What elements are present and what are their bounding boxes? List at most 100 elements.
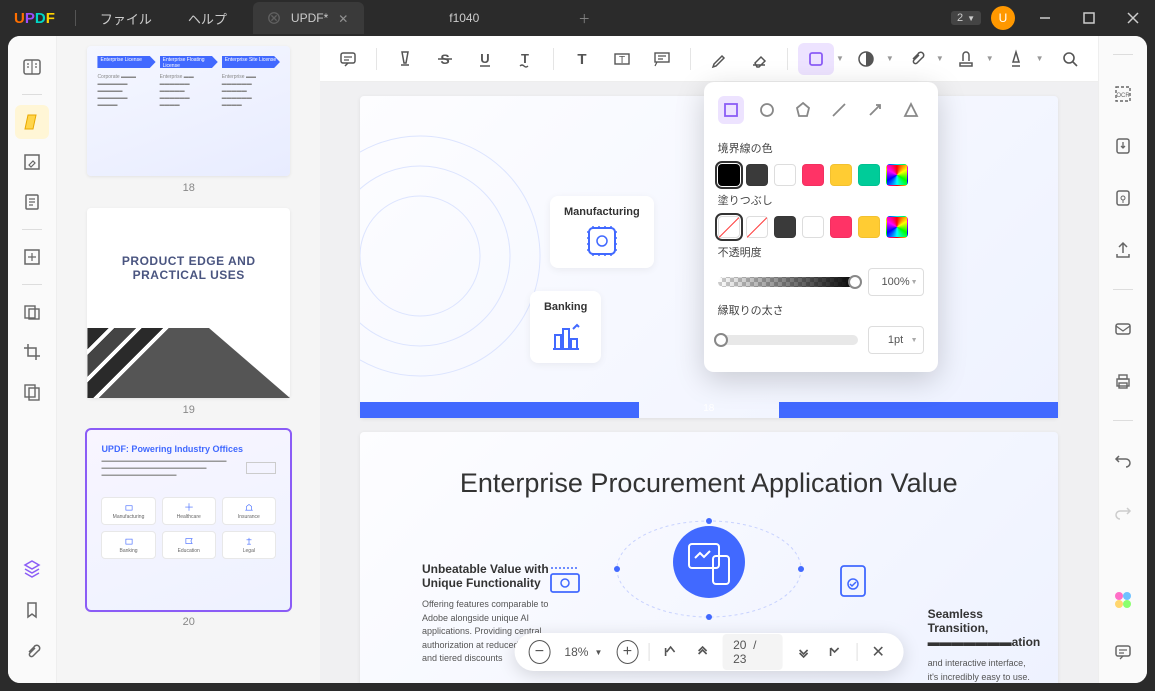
rectangle-shape-button[interactable] bbox=[718, 96, 744, 124]
menu-help[interactable]: ヘルプ bbox=[170, 9, 245, 28]
close-icon[interactable]: ✕ bbox=[338, 12, 350, 24]
color-swatch[interactable] bbox=[858, 216, 880, 238]
color-swatch[interactable] bbox=[718, 216, 740, 238]
right-sidebar: OCR bbox=[1098, 36, 1147, 683]
shape-tool-button[interactable] bbox=[798, 43, 834, 75]
comments-panel-icon[interactable] bbox=[1106, 635, 1140, 669]
opacity-value[interactable]: 100% bbox=[868, 268, 924, 296]
textbox-icon[interactable]: T bbox=[604, 43, 640, 75]
svg-text:T: T bbox=[619, 55, 625, 66]
fill-sign-icon[interactable] bbox=[15, 240, 49, 274]
close-nav-button[interactable]: ✕ bbox=[867, 640, 889, 664]
thumbnail-19[interactable]: PRODUCT EDGE AND PRACTICAL USES bbox=[87, 208, 290, 398]
page-navigation-bar: − 18%▼ + 20 / 23 ✕ bbox=[514, 633, 903, 671]
page-input[interactable]: 20 / 23 bbox=[723, 634, 783, 670]
annotation-toolbar: S U T T T ▼ ▼ ▼ ▼ ▼ bbox=[320, 36, 1098, 82]
card-manufacturing: Manufacturing bbox=[564, 206, 640, 218]
eraser-icon[interactable] bbox=[741, 43, 777, 75]
stroke-slider[interactable] bbox=[718, 335, 858, 345]
underline-icon[interactable]: U bbox=[467, 43, 503, 75]
zoom-dropdown[interactable]: 18%▼ bbox=[560, 645, 606, 659]
svg-text:OCR: OCR bbox=[1116, 93, 1130, 99]
fill-color-swatches bbox=[718, 216, 924, 238]
callout-icon[interactable] bbox=[644, 43, 680, 75]
color-swatch[interactable] bbox=[802, 164, 824, 186]
opacity-slider[interactable] bbox=[718, 277, 858, 287]
color-swatch[interactable] bbox=[830, 164, 852, 186]
pages-tool-icon[interactable] bbox=[15, 185, 49, 219]
close-button[interactable] bbox=[1111, 0, 1155, 36]
zoom-in-button[interactable]: + bbox=[616, 640, 638, 664]
email-icon[interactable] bbox=[1106, 312, 1140, 346]
color-swatch[interactable] bbox=[858, 164, 880, 186]
squiggly-icon[interactable]: T bbox=[507, 43, 543, 75]
thumb-number: 18 bbox=[87, 182, 290, 194]
stamp2-icon[interactable] bbox=[948, 43, 984, 75]
document-icon bbox=[267, 11, 281, 25]
reader-mode-icon[interactable] bbox=[15, 50, 49, 84]
border-color-swatches bbox=[718, 164, 924, 186]
color-swatch[interactable] bbox=[774, 216, 796, 238]
convert-icon[interactable] bbox=[1106, 129, 1140, 163]
signature-icon[interactable] bbox=[998, 43, 1034, 75]
color-swatch[interactable] bbox=[886, 164, 908, 186]
protect-icon[interactable] bbox=[1106, 181, 1140, 215]
text-icon[interactable]: T bbox=[564, 43, 600, 75]
app-logo: UPDF bbox=[0, 10, 69, 27]
arrow-shape-button[interactable] bbox=[862, 96, 888, 124]
redo-icon[interactable] bbox=[1106, 495, 1140, 529]
stamp-icon[interactable] bbox=[848, 43, 884, 75]
card-banking: Banking bbox=[544, 301, 587, 313]
color-swatch[interactable] bbox=[802, 216, 824, 238]
menu-file[interactable]: ファイル bbox=[82, 9, 170, 28]
tab-f1040[interactable]: f1040 bbox=[364, 2, 564, 34]
compress-icon[interactable] bbox=[15, 375, 49, 409]
color-swatch[interactable] bbox=[830, 216, 852, 238]
crop-icon[interactable] bbox=[15, 335, 49, 369]
circle-shape-button[interactable] bbox=[754, 96, 780, 124]
pencil-icon[interactable] bbox=[701, 43, 737, 75]
ai-icon[interactable] bbox=[1106, 583, 1140, 617]
triangle-shape-button[interactable] bbox=[898, 96, 924, 124]
line-shape-button[interactable] bbox=[826, 96, 852, 124]
avatar[interactable]: U bbox=[991, 6, 1015, 30]
page-title: Enterprise Procurement Application Value bbox=[360, 432, 1058, 499]
color-swatch[interactable] bbox=[746, 164, 768, 186]
bookmark-icon[interactable] bbox=[15, 593, 49, 627]
comment-tool-icon[interactable] bbox=[15, 105, 49, 139]
color-swatch[interactable] bbox=[886, 216, 908, 238]
stroke-value[interactable]: 1pt bbox=[868, 326, 924, 354]
color-swatch[interactable] bbox=[746, 216, 768, 238]
attachment-icon[interactable] bbox=[15, 635, 49, 669]
strikethrough-icon[interactable]: S bbox=[427, 43, 463, 75]
tab-updf[interactable]: UPDF* ✕ bbox=[253, 2, 364, 34]
color-swatch[interactable] bbox=[718, 164, 740, 186]
last-page-button[interactable] bbox=[824, 640, 846, 664]
ocr-icon[interactable]: OCR bbox=[1106, 77, 1140, 111]
minimize-button[interactable] bbox=[1023, 0, 1067, 36]
layers-icon[interactable] bbox=[15, 551, 49, 585]
color-swatch[interactable] bbox=[774, 164, 796, 186]
svg-text:U: U bbox=[480, 51, 489, 66]
new-tab-button[interactable]: ＋ bbox=[564, 2, 604, 34]
edit-tool-icon[interactable] bbox=[15, 145, 49, 179]
undo-icon[interactable] bbox=[1106, 443, 1140, 477]
highlight-icon[interactable] bbox=[387, 43, 423, 75]
attach-icon[interactable] bbox=[898, 43, 934, 75]
prev-page-button[interactable] bbox=[691, 640, 713, 664]
share-icon[interactable] bbox=[1106, 233, 1140, 267]
redact-icon[interactable] bbox=[15, 295, 49, 329]
first-page-button[interactable] bbox=[659, 640, 681, 664]
thumb-number: 19 bbox=[87, 404, 290, 416]
thumbnail-18[interactable]: Enterprise License Enterprise Floating L… bbox=[87, 46, 290, 176]
maximize-button[interactable] bbox=[1067, 0, 1111, 36]
notification-badge[interactable]: 2▼ bbox=[951, 11, 981, 25]
thumbnail-panel: Enterprise License Enterprise Floating L… bbox=[57, 36, 320, 683]
note-icon[interactable] bbox=[330, 43, 366, 75]
polygon-shape-button[interactable] bbox=[790, 96, 816, 124]
print-icon[interactable] bbox=[1106, 364, 1140, 398]
thumbnail-20[interactable]: UPDF: Powering Industry Offices ▬▬▬▬▬▬▬▬… bbox=[87, 430, 290, 610]
zoom-out-button[interactable]: − bbox=[528, 640, 550, 664]
next-page-button[interactable] bbox=[793, 640, 815, 664]
search-icon[interactable] bbox=[1052, 43, 1088, 75]
